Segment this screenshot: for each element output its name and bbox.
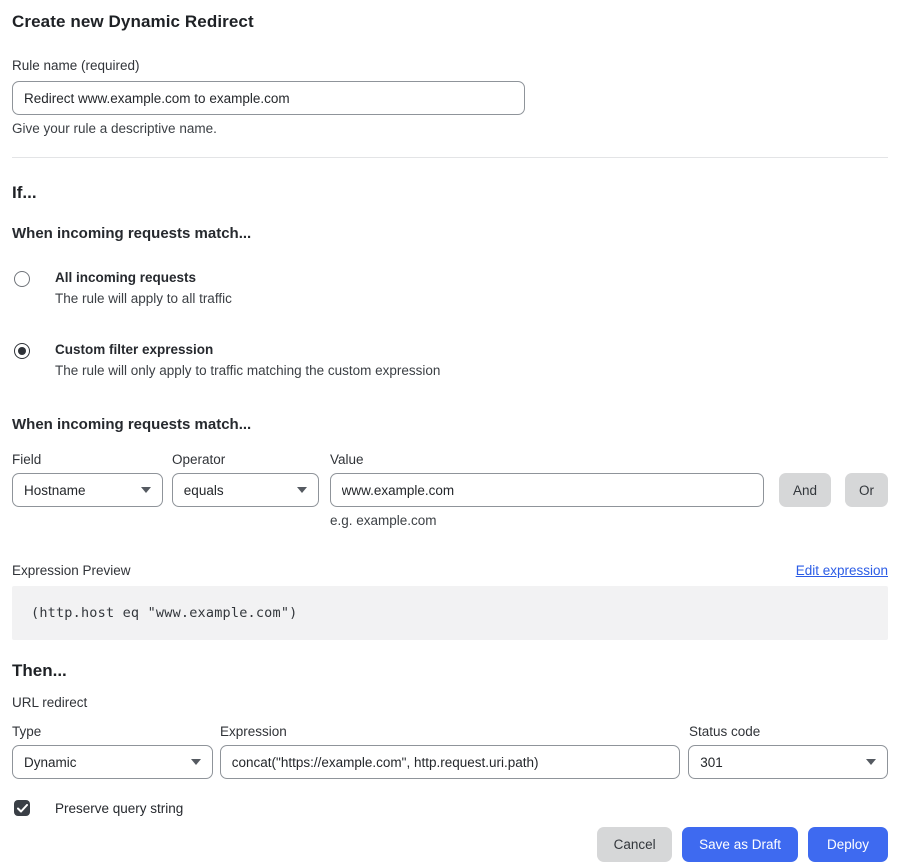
expression-preview-box: (http.host eq "www.example.com") xyxy=(12,586,888,640)
builder-heading: When incoming requests match... xyxy=(12,416,888,433)
expression-preview-code: (http.host eq "www.example.com") xyxy=(31,605,298,621)
chevron-down-icon xyxy=(141,487,151,493)
field-select[interactable]: Hostname xyxy=(12,473,163,507)
operator-select[interactable]: equals xyxy=(172,473,319,507)
operator-select-value: equals xyxy=(184,483,224,498)
rule-name-input[interactable] xyxy=(12,81,525,115)
preserve-query-label: Preserve query string xyxy=(55,801,183,816)
radio-button[interactable] xyxy=(14,343,30,359)
chevron-down-icon xyxy=(866,759,876,765)
page-title: Create new Dynamic Redirect xyxy=(12,12,888,32)
option-label: All incoming requests xyxy=(55,270,232,285)
value-helper: e.g. example.com xyxy=(330,513,888,528)
save-as-draft-button[interactable]: Save as Draft xyxy=(682,827,798,862)
deploy-button[interactable]: Deploy xyxy=(808,827,888,862)
chevron-down-icon xyxy=(297,487,307,493)
type-select[interactable]: Dynamic xyxy=(12,745,213,779)
rule-name-label: Rule name (required) xyxy=(12,58,888,73)
status-code-label: Status code xyxy=(689,724,760,739)
url-redirect-label: URL redirect xyxy=(12,695,888,710)
option-description: The rule will only apply to traffic matc… xyxy=(55,363,440,378)
expression-preview-label: Expression Preview xyxy=(12,563,131,578)
preserve-query-checkbox[interactable] xyxy=(14,800,30,816)
and-button[interactable]: And xyxy=(779,473,831,507)
edit-expression-link[interactable]: Edit expression xyxy=(796,563,888,578)
cancel-button[interactable]: Cancel xyxy=(597,827,672,862)
option-description: The rule will apply to all traffic xyxy=(55,291,232,306)
option-label: Custom filter expression xyxy=(55,342,440,357)
option-custom-filter[interactable]: Custom filter expression The rule will o… xyxy=(12,342,888,378)
if-heading: If... xyxy=(12,183,888,203)
or-button[interactable]: Or xyxy=(845,473,888,507)
status-code-value: 301 xyxy=(700,755,723,770)
match-heading: When incoming requests match... xyxy=(12,225,888,242)
rule-name-helper: Give your rule a descriptive name. xyxy=(12,121,888,136)
then-heading: Then... xyxy=(12,661,888,681)
field-label: Field xyxy=(12,452,163,467)
value-label: Value xyxy=(330,452,364,467)
preserve-query-row[interactable]: Preserve query string xyxy=(12,800,888,816)
create-redirect-form: Create new Dynamic Redirect Rule name (r… xyxy=(0,0,907,862)
section-divider xyxy=(12,157,888,158)
expression-label: Expression xyxy=(220,724,681,739)
field-select-value: Hostname xyxy=(24,483,86,498)
option-all-incoming[interactable]: All incoming requests The rule will appl… xyxy=(12,270,888,306)
type-label: Type xyxy=(12,724,213,739)
operator-label: Operator xyxy=(172,452,319,467)
redirect-expression-input[interactable] xyxy=(220,745,680,779)
checkmark-icon xyxy=(17,804,28,813)
type-select-value: Dynamic xyxy=(24,755,77,770)
chevron-down-icon xyxy=(191,759,201,765)
value-input[interactable] xyxy=(330,473,764,507)
status-code-select[interactable]: 301 xyxy=(688,745,888,779)
radio-button[interactable] xyxy=(14,271,30,287)
